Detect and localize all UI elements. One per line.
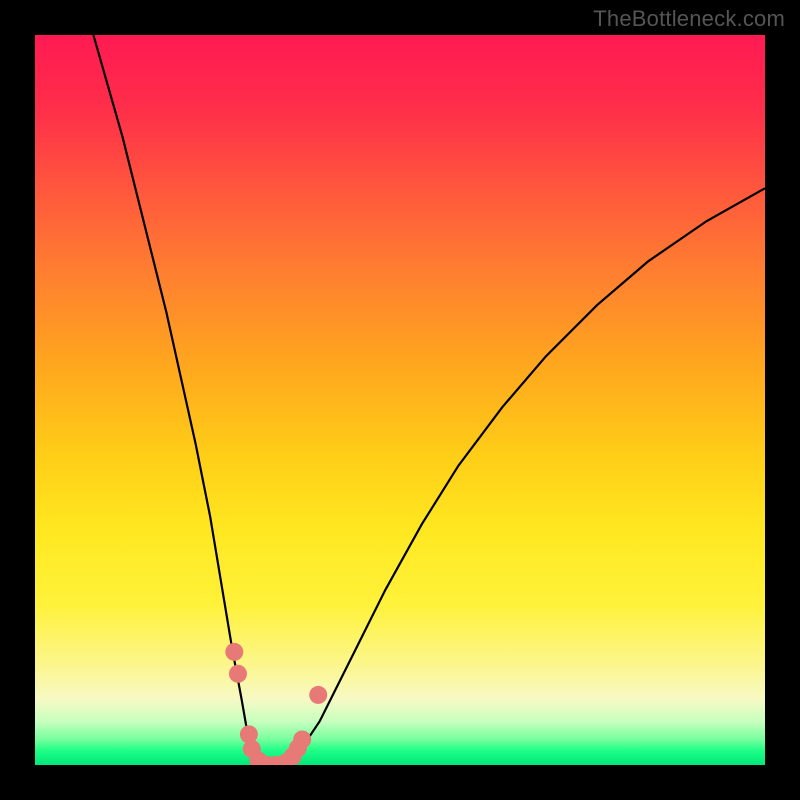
curve-right-branch: [283, 188, 765, 765]
chart-frame: TheBottleneck.com: [0, 0, 800, 800]
watermark-text: TheBottleneck.com: [593, 6, 785, 32]
marker-point: [229, 665, 247, 683]
plot-area: [35, 35, 765, 765]
curve-layer: [35, 35, 765, 765]
marker-point: [293, 730, 311, 748]
marker-point: [225, 643, 243, 661]
marker-group: [225, 643, 327, 765]
marker-point: [309, 686, 327, 704]
